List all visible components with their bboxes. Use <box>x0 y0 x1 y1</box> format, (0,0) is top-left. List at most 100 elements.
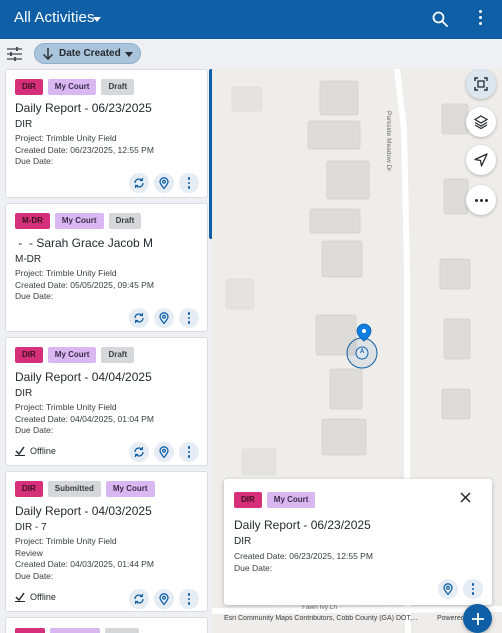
card-more-button[interactable] <box>179 173 199 193</box>
offline-label: Offline <box>30 592 56 602</box>
created-date: Created Date: 05/05/2025, 09:45 PM <box>15 279 154 290</box>
chevron-down-icon <box>125 52 133 57</box>
created-date: Created Date: 04/03/2025, 01:44 PM <box>15 559 154 569</box>
sort-chip[interactable]: Date Created <box>34 43 141 64</box>
check-icon <box>15 592 25 602</box>
sync-button[interactable] <box>129 308 149 328</box>
locate-button[interactable] <box>154 308 174 328</box>
zoom-extent-button[interactable] <box>466 69 496 99</box>
due-date: Due Date: <box>15 425 54 435</box>
activity-card[interactable]: DIR My Court Draft Daily Report - 04/04/… <box>5 337 208 466</box>
created-date: Created Date: 06/23/2025, 12:55 PM <box>15 144 154 155</box>
offline-status: Offline <box>15 446 56 456</box>
sync-button[interactable] <box>129 442 149 462</box>
locate-me-button[interactable] <box>466 145 496 175</box>
activity-card[interactable] <box>5 617 208 633</box>
type-tag: DIR <box>15 347 43 363</box>
map-popup[interactable]: DIR My Court Daily Report - 06/23/2025 D… <box>224 479 492 605</box>
status-tag <box>105 628 139 633</box>
court-tag: My Court <box>47 347 97 363</box>
sync-icon <box>134 177 144 189</box>
status-tag: Draft <box>101 347 135 363</box>
project-text: Project: Trimble Unity Field <box>15 268 117 278</box>
locate-button[interactable] <box>154 442 174 462</box>
map-more-button[interactable] <box>466 185 496 215</box>
type-tag <box>15 628 45 633</box>
marker-label: A <box>360 349 365 355</box>
status-tag: Draft <box>101 79 135 95</box>
card-title: Daily Report - 04/04/2025 <box>15 370 152 384</box>
due-date: Due Date: <box>15 156 54 166</box>
card-more-button[interactable] <box>179 308 199 328</box>
status-tag: Draft <box>108 213 142 229</box>
due-date: Due Date: <box>15 570 54 581</box>
powered-by: Powered <box>437 615 465 622</box>
status-tag: Submitted <box>47 481 101 497</box>
zoom-extent-icon <box>474 77 488 91</box>
sync-icon <box>134 446 144 458</box>
sync-button[interactable] <box>129 589 149 609</box>
card-more-button[interactable] <box>179 589 199 609</box>
tune-icon[interactable] <box>7 47 22 61</box>
activity-card[interactable]: M-DR My Court Draft - - Sarah Grace Jaco… <box>5 203 208 332</box>
locate-button[interactable] <box>438 579 458 599</box>
created-date: Created Date: 04/04/2025, 01:04 PM <box>15 413 154 424</box>
project-text: Project: Trimble Unity Field <box>15 133 117 143</box>
activity-card[interactable]: DIR Submitted My Court Daily Report - 04… <box>5 471 208 612</box>
court-tag: My Court <box>47 79 97 95</box>
type-tag: DIR <box>234 492 262 508</box>
project-text: Project: Trimble Unity Field <box>15 536 117 546</box>
card-type: DIR - 7 <box>15 522 47 533</box>
location-pin-icon <box>443 583 453 595</box>
app-bar: All Activities <box>0 0 502 39</box>
location-pin-icon <box>159 312 169 324</box>
location-pin-icon <box>159 593 169 605</box>
chevron-down-icon[interactable] <box>93 17 101 22</box>
popup-title[interactable]: Daily Report - 06/23/2025 <box>234 518 371 532</box>
sync-icon <box>134 312 144 324</box>
close-icon[interactable] <box>460 492 471 503</box>
type-tag: M-DR <box>15 213 50 229</box>
check-icon <box>15 446 25 456</box>
street-label: Fawn Ivy Ln <box>302 604 338 611</box>
project-text: Project: Trimble Unity Field <box>15 402 117 412</box>
map-attribution: Esri Community Maps Contributors, Cobb C… <box>224 615 418 622</box>
popup-type: DIR <box>234 536 252 547</box>
layers-button[interactable] <box>466 107 496 137</box>
court-tag: My Court <box>105 481 155 497</box>
navigation-icon <box>474 153 488 167</box>
created-date: Created Date: 06/23/2025, 12:55 PM <box>234 551 373 561</box>
sort-label: Date Created <box>59 48 121 59</box>
location-pin-icon <box>159 446 169 458</box>
due-date: Due Date: <box>15 291 54 301</box>
sync-icon <box>134 593 144 605</box>
court-tag: My Court <box>54 213 104 229</box>
locate-button[interactable] <box>154 589 174 609</box>
court-tag <box>50 628 100 633</box>
locate-button[interactable] <box>154 173 174 193</box>
activity-list[interactable]: DIR My Court Draft Daily Report - 06/23/… <box>0 69 212 633</box>
type-tag: DIR <box>15 481 43 497</box>
offline-label: Offline <box>30 446 56 456</box>
activity-card[interactable]: DIR My Court Draft Daily Report - 06/23/… <box>5 69 208 198</box>
search-icon[interactable] <box>432 11 448 27</box>
street-label: Parkside Meadow Dr <box>385 111 392 172</box>
card-title: Daily Report - 06/23/2025 <box>15 101 152 115</box>
card-type: M-DR <box>15 254 42 265</box>
filter-bar: Date Created <box>0 39 502 69</box>
offline-status: Offline <box>15 592 56 602</box>
card-type: DIR <box>15 119 33 130</box>
layers-icon <box>474 115 488 129</box>
court-tag: My Court <box>266 492 316 508</box>
card-title: Daily Report - 04/03/2025 <box>15 504 152 518</box>
sync-button[interactable] <box>129 173 149 193</box>
card-type: DIR <box>15 388 33 399</box>
add-button[interactable] <box>463 604 492 633</box>
card-title: - - Sarah Grace Jacob M <box>15 236 154 250</box>
location-pin-icon <box>159 177 169 189</box>
more-vert-icon[interactable] <box>476 10 484 30</box>
card-more-button[interactable] <box>179 442 199 462</box>
page-title[interactable]: All Activities <box>14 9 95 26</box>
popup-more-button[interactable] <box>463 579 483 599</box>
due-date: Due Date: <box>234 562 273 573</box>
